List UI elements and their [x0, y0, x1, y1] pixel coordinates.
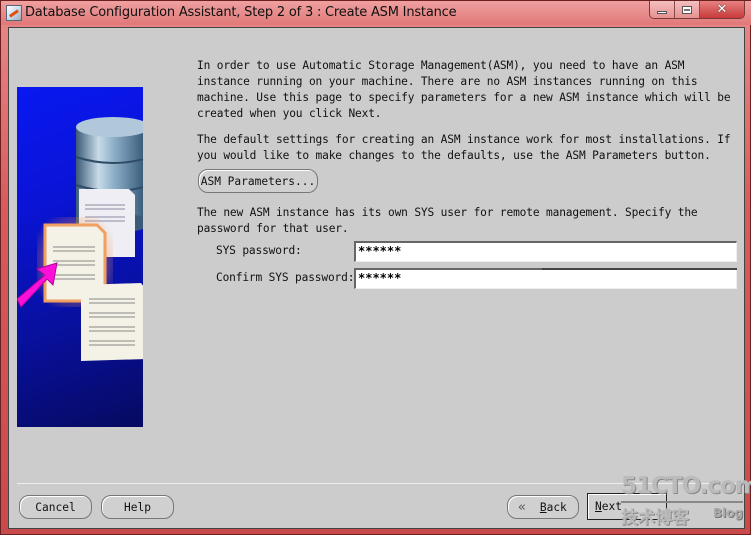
- app-icon: [6, 5, 22, 21]
- title-bar[interactable]: Database Configuration Assistant, Step 2…: [1, 1, 751, 25]
- sys-password-label: SYS password:: [216, 244, 302, 257]
- intro-text: In order to use Automatic Storage Manage…: [197, 59, 731, 120]
- confirm-sys-password-field[interactable]: ******: [354, 268, 737, 289]
- back-label: Back: [539, 500, 567, 514]
- help-button[interactable]: Help: [101, 495, 174, 519]
- close-button[interactable]: ✕: [699, 1, 744, 18]
- asm-parameters-button[interactable]: ASM Parameters...: [198, 169, 318, 193]
- chevron-left-icon: «: [518, 499, 526, 515]
- maximize-icon: [682, 5, 693, 14]
- document-icon-front: [81, 283, 143, 361]
- window-title: Database Configuration Assistant, Step 2…: [25, 5, 457, 20]
- minimize-button[interactable]: [650, 1, 676, 18]
- window-controls: ✕: [649, 1, 745, 19]
- sys-password-field[interactable]: ******: [354, 241, 737, 262]
- database-documents-illustration: [17, 117, 143, 361]
- close-icon: ✕: [716, 2, 728, 17]
- confirm-sys-password-label: Confirm SYS password:: [216, 271, 355, 284]
- sys-user-text: The new ASM instance has its own SYS use…: [197, 206, 698, 235]
- defaults-text: The default settings for creating an ASM…: [197, 133, 731, 162]
- dialog-body: In order to use Automatic Storage Manage…: [8, 27, 745, 529]
- back-button[interactable]: « Back: [507, 495, 579, 519]
- side-illustration: [17, 87, 143, 427]
- dbca-window: Database Configuration Assistant, Step 2…: [0, 0, 751, 535]
- footer-divider: [17, 483, 736, 484]
- next-button[interactable]: Next: [587, 493, 667, 520]
- cancel-button[interactable]: Cancel: [19, 495, 92, 519]
- maximize-button[interactable]: [675, 1, 700, 18]
- minimize-icon: [657, 11, 668, 14]
